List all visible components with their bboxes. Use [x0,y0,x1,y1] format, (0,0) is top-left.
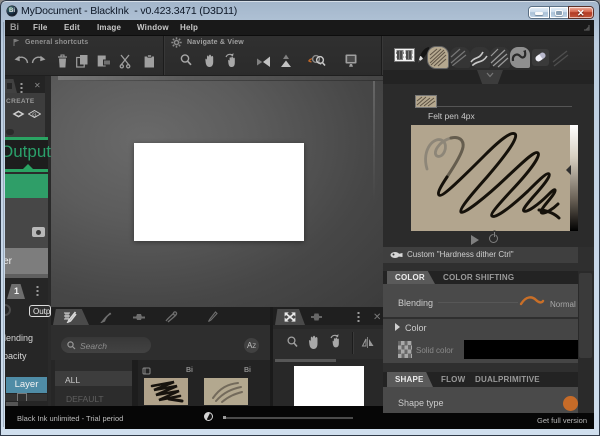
svg-text:G: G [32,113,36,119]
